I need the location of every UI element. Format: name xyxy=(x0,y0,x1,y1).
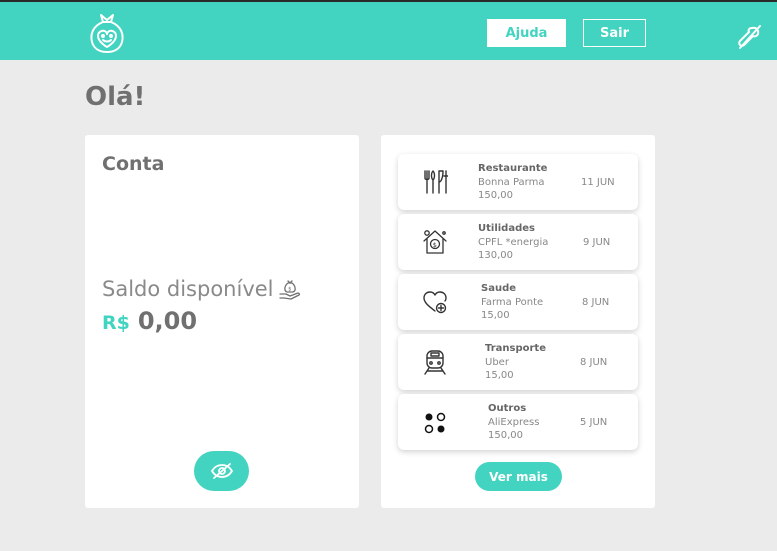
eye-slash-icon xyxy=(210,463,233,479)
train-icon xyxy=(424,350,446,375)
transaction-value: 130,00 xyxy=(478,250,513,261)
account-title: Conta xyxy=(102,153,165,175)
page-title: Olá! xyxy=(85,82,146,112)
transaction-merchant: CPFL *energia xyxy=(478,237,549,248)
transaction-category: Transporte xyxy=(485,343,546,354)
transaction-merchant: Bonna Parma xyxy=(478,177,545,188)
exit-button[interactable]: Sair xyxy=(583,19,646,47)
transaction-item[interactable]: Restaurante Bonna Parma 150,00 11 JUN xyxy=(398,154,638,210)
transaction-value: 15,00 xyxy=(485,370,514,381)
svg-text:$: $ xyxy=(433,241,437,249)
transaction-item[interactable]: $ Utilidades CPFL *energia 130,00 9 JUN xyxy=(398,214,638,270)
transaction-merchant: AliExpress xyxy=(488,417,540,428)
transaction-item[interactable]: Saude Farma Ponte 15,00 8 JUN xyxy=(398,274,638,330)
toggle-balance-button[interactable] xyxy=(194,451,249,491)
transaction-date: 11 JUN xyxy=(581,177,615,188)
top-bar: Ajuda Sair xyxy=(0,0,777,60)
transaction-category: Saude xyxy=(481,283,517,294)
dots-grid-icon xyxy=(424,412,446,434)
account-card: Conta Saldo disponível $ R$ 0,00 xyxy=(85,135,359,508)
balance-amount: 0,00 xyxy=(137,307,198,335)
heart-plus-icon xyxy=(423,291,447,314)
transaction-value: 150,00 xyxy=(488,430,523,441)
transaction-value: 150,00 xyxy=(478,190,513,201)
transaction-date: 8 JUN xyxy=(582,297,610,308)
balance-label: Saldo disponível xyxy=(102,277,274,301)
transaction-date: 5 JUN xyxy=(580,417,608,428)
transactions-card: Restaurante Bonna Parma 150,00 11 JUN $ … xyxy=(381,135,655,508)
transaction-category: Utilidades xyxy=(478,223,535,234)
transaction-date: 8 JUN xyxy=(580,357,608,368)
currency-symbol: R$ xyxy=(102,312,130,334)
help-button[interactable]: Ajuda xyxy=(487,19,566,47)
transaction-value: 15,00 xyxy=(481,310,510,321)
see-more-button[interactable]: Ver mais xyxy=(475,462,562,491)
cutlery-icon xyxy=(424,170,448,194)
transaction-merchant: Uber xyxy=(485,357,509,368)
smiling-money-bag-icon[interactable] xyxy=(88,12,126,54)
transaction-category: Restaurante xyxy=(478,163,548,174)
house-bill-icon: $ xyxy=(423,230,447,254)
transaction-category: Outros xyxy=(488,403,527,414)
svg-text:$: $ xyxy=(288,286,291,292)
transaction-item[interactable]: Outros AliExpress 150,00 5 JUN xyxy=(398,394,638,450)
balance-row: R$ 0,00 xyxy=(102,307,197,335)
transaction-merchant: Farma Ponte xyxy=(481,297,544,308)
money-bag-hand-icon: $ xyxy=(278,280,300,300)
transaction-date: 9 JUN xyxy=(583,237,611,248)
transaction-item[interactable]: Transporte Uber 15,00 8 JUN xyxy=(398,334,638,390)
crossed-out-tool-icon[interactable] xyxy=(736,24,762,50)
balance-label-row: Saldo disponível $ xyxy=(102,277,302,301)
